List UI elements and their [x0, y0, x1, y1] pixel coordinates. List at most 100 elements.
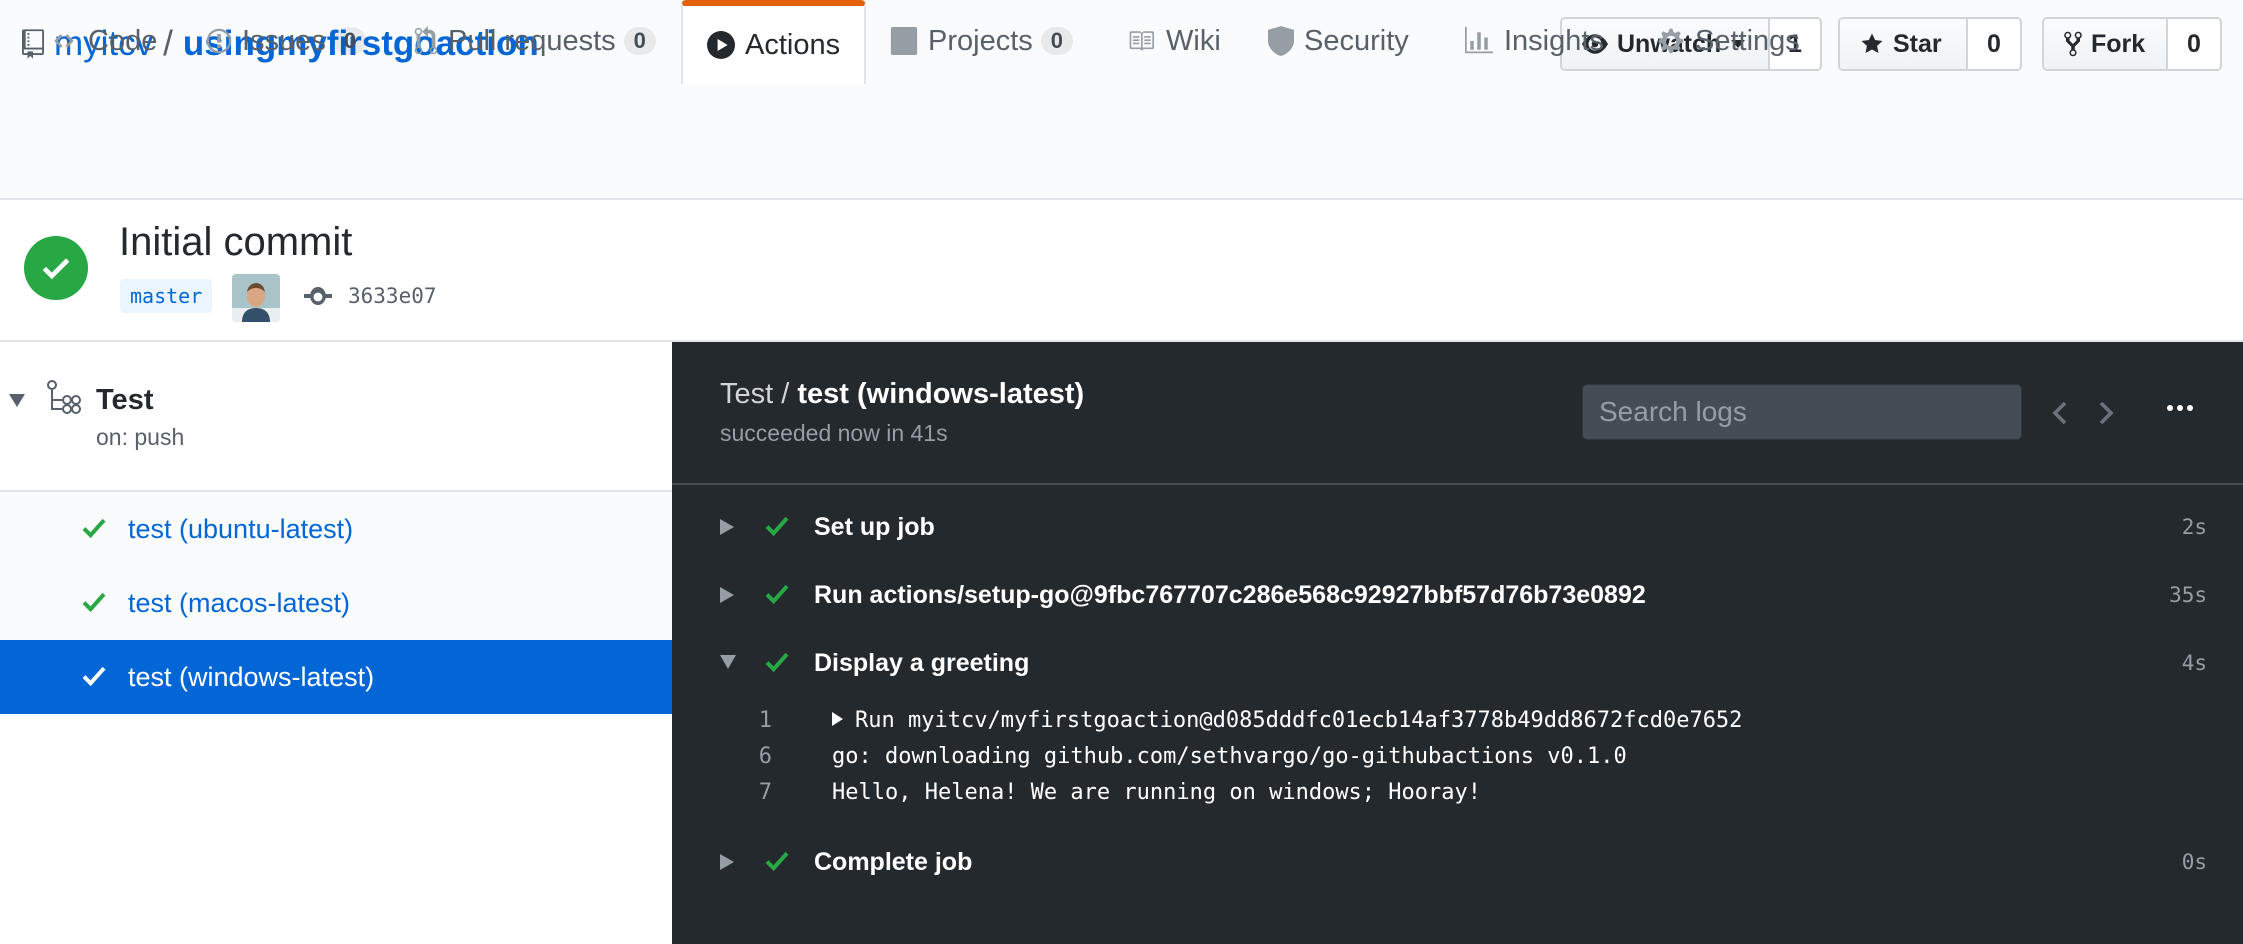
branch-label[interactable]: master	[120, 279, 213, 313]
tab-security[interactable]: Security	[1268, 0, 1409, 82]
log-step[interactable]: Complete job 0s	[672, 832, 2243, 892]
repo-header: myitcv / usingmyfirstgoaction Unwatch 1 …	[0, 0, 2243, 200]
graph-icon	[1465, 27, 1493, 54]
workflow-trigger: on: push	[96, 424, 185, 450]
job-item[interactable]: test (macos-latest)	[0, 566, 672, 640]
forks-count[interactable]: 0	[2168, 19, 2220, 69]
commit-sha-text: 3633e07	[348, 284, 437, 308]
workflow-name: Test	[96, 384, 154, 416]
job-label: test (windows-latest)	[128, 661, 375, 692]
issue-icon	[206, 28, 232, 54]
log-title-job: test (windows-latest)	[797, 378, 1085, 410]
line-number: 6	[758, 744, 772, 769]
step-duration: 35s	[2169, 583, 2207, 607]
job-list: test (ubuntu-latest) test (macos-latest)…	[0, 492, 672, 714]
collapse-caret-icon	[720, 655, 736, 669]
run-header: Initial commit master 3633e07	[0, 200, 2243, 342]
job-label: test (ubuntu-latest)	[128, 513, 354, 544]
pull-request-icon	[414, 26, 438, 55]
step-name: Complete job	[814, 848, 973, 876]
issues-counter: 0	[333, 27, 367, 55]
collapse-caret-icon[interactable]	[9, 394, 25, 407]
tab-label: Projects	[928, 24, 1033, 57]
fork-label: Fork	[2091, 29, 2146, 58]
tab-label: Pull requests	[448, 24, 616, 57]
workflow-icon	[47, 380, 81, 414]
stargazers-count[interactable]: 0	[1968, 19, 2020, 69]
avatar[interactable]	[232, 274, 280, 322]
check-icon	[82, 666, 106, 687]
log-text: go: downloading github.com/sethvargo/go-…	[832, 744, 1627, 769]
commit-title: Initial commit	[119, 220, 353, 264]
code-icon	[54, 34, 74, 48]
fork-icon	[2064, 31, 2082, 57]
tab-pull-requests[interactable]: Pull requests 0	[414, 0, 656, 82]
play-icon	[707, 31, 735, 59]
tab-actions[interactable]: Actions	[681, 0, 867, 84]
job-label: test (macos-latest)	[128, 587, 351, 618]
step-name: Set up job	[814, 513, 935, 541]
fork-button[interactable]: Fork	[2044, 19, 2168, 69]
book-icon	[1129, 31, 1154, 51]
workflow-item[interactable]: Test on: push	[0, 342, 672, 492]
tab-settings[interactable]: Settings	[1657, 0, 1800, 82]
check-icon	[765, 652, 789, 673]
tab-label: Wiki	[1166, 24, 1221, 57]
more-options-icon[interactable]	[2167, 405, 2193, 411]
star-icon	[1861, 33, 1883, 53]
check-icon	[765, 516, 789, 537]
log-header: Test / test (windows-latest) succeeded n…	[672, 342, 2243, 485]
step-duration: 2s	[2181, 515, 2207, 539]
tab-issues[interactable]: Issues 0	[206, 0, 367, 82]
log-line: 7 Hello, Helena! We are running on windo…	[672, 780, 2243, 814]
tab-label: Security	[1304, 24, 1409, 57]
check-icon	[765, 851, 789, 872]
expand-group-icon[interactable]	[832, 712, 843, 726]
commit-sha[interactable]: 3633e07	[304, 284, 437, 308]
tab-projects[interactable]: Projects 0	[890, 0, 1074, 82]
log-step[interactable]: Set up job 2s	[672, 497, 2243, 557]
log-status-text: succeeded now in 41s	[720, 420, 948, 446]
commit-icon	[304, 287, 332, 305]
job-item[interactable]: test (ubuntu-latest)	[0, 492, 672, 566]
tab-label: Insights	[1504, 24, 1604, 57]
tab-label: Code	[88, 24, 158, 57]
chevron-right-icon[interactable]	[2098, 400, 2114, 426]
step-name: Display a greeting	[814, 649, 1030, 677]
step-duration: 0s	[2181, 850, 2207, 874]
chevron-left-icon[interactable]	[2052, 400, 2068, 426]
workflow-sidebar: Test on: push test (ubuntu-latest) test …	[0, 342, 672, 944]
log-title-workflow: Test /	[720, 378, 790, 410]
project-icon	[890, 27, 918, 55]
log-text: Hello, Helena! We are running on windows…	[832, 780, 1482, 805]
log-step-expanded[interactable]: Display a greeting 4s	[672, 633, 2243, 693]
tab-code[interactable]: Code	[50, 0, 157, 82]
step-name: Run actions/setup-go@9fbc767707c286e568c…	[814, 581, 1646, 609]
step-duration: 4s	[2181, 651, 2207, 675]
log-title: Test / test (windows-latest)	[720, 378, 1084, 411]
repo-icon	[22, 29, 44, 59]
star-button-group: Star 0	[1838, 17, 2022, 71]
log-step[interactable]: Run actions/setup-go@9fbc767707c286e568c…	[672, 565, 2243, 625]
success-status-icon	[24, 236, 88, 300]
log-line[interactable]: 1 Run myitcv/myfirstgoaction@d085dddfc01…	[672, 708, 2243, 742]
expand-caret-icon	[720, 854, 734, 870]
log-line: 6 go: downloading github.com/sethvargo/g…	[672, 744, 2243, 778]
line-number: 7	[758, 780, 772, 805]
check-icon	[82, 518, 106, 539]
search-logs-input[interactable]	[1582, 384, 2022, 440]
job-item-selected[interactable]: test (windows-latest)	[0, 640, 672, 714]
shield-icon	[1268, 26, 1294, 56]
check-icon	[765, 584, 789, 605]
star-label: Star	[1893, 29, 1942, 58]
line-number: 1	[758, 708, 772, 733]
tab-label: Issues	[242, 24, 326, 57]
expand-caret-icon	[720, 519, 734, 535]
tab-wiki[interactable]: Wiki	[1126, 0, 1221, 82]
tab-label: Settings	[1695, 24, 1800, 57]
check-icon	[82, 592, 106, 613]
star-button[interactable]: Star	[1840, 19, 1968, 69]
tab-label: Actions	[745, 28, 841, 61]
pull-requests-counter: 0	[623, 27, 656, 55]
tab-insights[interactable]: Insights	[1464, 0, 1604, 82]
